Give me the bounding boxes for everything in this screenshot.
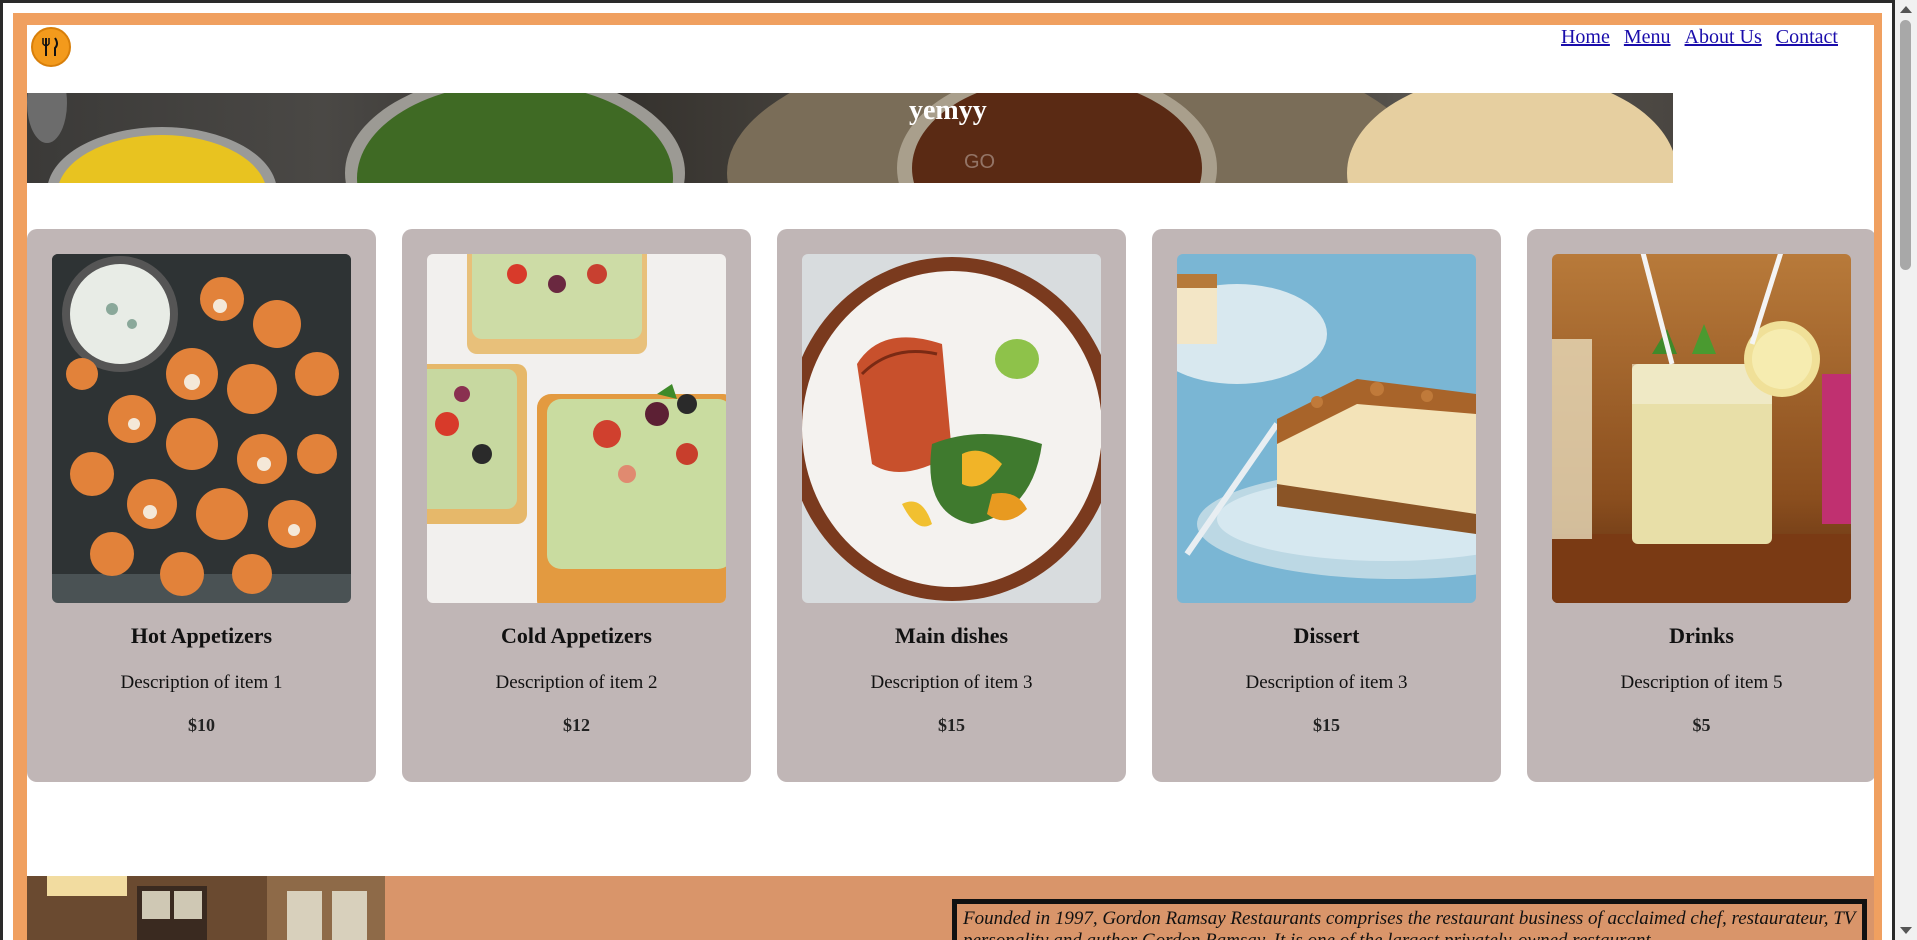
- card-price: $15: [938, 715, 965, 735]
- vertical-scrollbar[interactable]: [1895, 0, 1917, 940]
- card-price: $10: [188, 715, 215, 735]
- roasted-cauliflower-dip-image: [52, 254, 351, 603]
- nav-about-link[interactable]: About Us: [1685, 26, 1762, 49]
- hero-bowl-edge: [27, 93, 67, 143]
- about-section: Founded in 1997, Gordon Ramsay Restauran…: [27, 876, 1874, 940]
- menu-card[interactable]: Hot Appetizers Description of item 1 $10: [27, 229, 376, 782]
- card-price: $15: [1313, 715, 1340, 735]
- about-text: Founded in 1997, Gordon Ramsay Restauran…: [952, 899, 1867, 940]
- hero-naan: [1347, 93, 1673, 183]
- hero-banner: yemyy GO: [27, 93, 1673, 183]
- card-description: Description of item 5: [1620, 672, 1783, 693]
- card-title: Hot Appetizers: [130, 623, 273, 648]
- nav-menu-link[interactable]: Menu: [1624, 26, 1671, 49]
- scroll-up-arrow-icon[interactable]: [1900, 6, 1912, 13]
- card-price: $12: [563, 715, 590, 735]
- hero-subtitle: GO: [964, 151, 996, 173]
- menu-card[interactable]: Cold Appetizers Description of item 2 $1…: [402, 229, 751, 782]
- card-description: Description of item 3: [870, 672, 1033, 693]
- salmon-plate-image: [802, 254, 1101, 603]
- card-description: Description of item 1: [120, 672, 283, 693]
- main-nav: Home Menu About Us Contact: [1561, 26, 1838, 49]
- scrollbar-thumb[interactable]: [1900, 20, 1911, 270]
- avocado-toast-bites-image: [427, 254, 726, 603]
- card-title: Main dishes: [894, 623, 1009, 648]
- card-title: Dissert: [1293, 623, 1360, 648]
- card-title: Drinks: [1669, 623, 1734, 648]
- card-price: $5: [1692, 715, 1711, 735]
- page: Home Menu About Us Contact yemyy GO Hot …: [27, 25, 1874, 940]
- cheesecake-slice-image: [1177, 254, 1476, 603]
- card-title: Cold Appetizers: [501, 623, 652, 648]
- menu-card[interactable]: Drinks Description of item 5 $5: [1527, 229, 1874, 782]
- menu-card[interactable]: Main dishes Description of item 3 $15: [777, 229, 1126, 782]
- logo[interactable]: [31, 27, 71, 67]
- card-description: Description of item 3: [1245, 672, 1408, 693]
- cocktail-glasses-image: [1552, 254, 1851, 603]
- card-description: Description of item 2: [495, 672, 658, 693]
- nav-home-link[interactable]: Home: [1561, 26, 1610, 49]
- menu-card[interactable]: Dissert Description of item 3 $15: [1152, 229, 1501, 782]
- restaurant-utensils-icon: [42, 37, 58, 56]
- scroll-down-arrow-icon[interactable]: [1900, 927, 1912, 934]
- menu-cards: Hot Appetizers Description of item 1 $10: [27, 229, 1874, 782]
- hero-title: yemyy: [909, 95, 987, 126]
- nav-contact-link[interactable]: Contact: [1776, 26, 1838, 49]
- restaurant-interior-image: [27, 876, 385, 940]
